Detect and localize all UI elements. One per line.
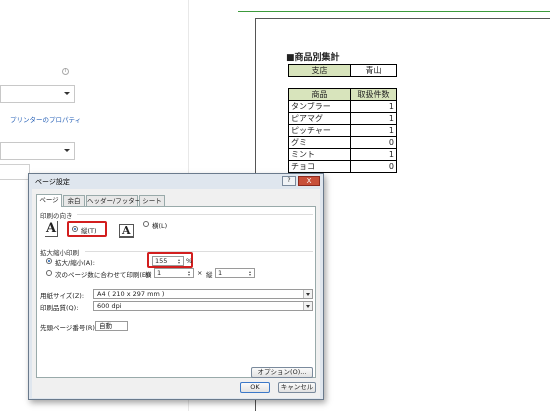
close-button[interactable]: X: [298, 176, 320, 186]
fit-to-pages-label[interactable]: 次のページ数に合わせて印刷(E):: [55, 269, 151, 279]
help-button[interactable]: ?: [282, 176, 296, 186]
page-tab-panel: 印刷の向き A 縦(T) A 横(L) 拡大縮小印刷 拡大/縮小(A): 155…: [36, 206, 316, 378]
goods-name: タンブラー: [288, 100, 351, 113]
page-setup-dialog: ページ設定 ? X ページ 余白 ヘッダー/フッター シート 印刷の向き A 縦…: [28, 173, 324, 400]
table-row: ピッチャー 1: [288, 124, 397, 137]
divider: [85, 251, 313, 252]
print-quality-value: 600 dpi: [97, 302, 122, 310]
paper-size-label: 用紙サイズ(Z):: [40, 292, 85, 300]
pages-wide-value: 1: [157, 269, 162, 277]
printer-dropdown[interactable]: [0, 85, 75, 103]
portrait-label[interactable]: 縦(T): [81, 225, 97, 235]
accent-line: [238, 11, 550, 12]
landscape-radio[interactable]: [143, 221, 149, 227]
portrait-icon: A: [45, 221, 59, 237]
store-table: 支店 青山: [288, 64, 397, 77]
goods-header-count: 取扱件数: [350, 88, 397, 101]
goods-header-name: 商品: [288, 88, 351, 101]
zoom-spinbox[interactable]: 155 ▴ ▾: [152, 256, 184, 266]
goods-name: ミント: [288, 148, 351, 161]
goods-name: グミ: [288, 136, 351, 149]
tab-margins[interactable]: 余白: [63, 195, 85, 206]
paper-size-select[interactable]: A4 ( 210 x 297 mm ): [93, 289, 313, 299]
tab-header-footer[interactable]: ヘッダー/フッター: [86, 195, 141, 206]
goods-name: ピッチャー: [288, 124, 351, 137]
divider: [77, 214, 313, 215]
store-header: 支店: [288, 64, 351, 77]
table-row: ミント 1: [288, 148, 397, 161]
tab-page[interactable]: ページ: [36, 194, 62, 207]
goods-table: 商品 取扱件数 タンブラー 1 ピアマグ 1 ピッチャー 1 グミ 0 ミント …: [288, 88, 397, 173]
zoom-unit: %: [186, 257, 193, 265]
printer-properties-link[interactable]: プリンターのプロパティ: [10, 114, 81, 124]
goods-count: 1: [350, 100, 397, 113]
landscape-label[interactable]: 横(L): [152, 220, 167, 230]
landscape-icon: A: [119, 224, 134, 238]
chevron-down-icon: [64, 92, 70, 95]
dialog-title: ページ設定: [35, 178, 70, 186]
goods-name: ピアマグ: [288, 112, 351, 125]
ok-button[interactable]: OK: [240, 382, 270, 393]
print-quality-select[interactable]: 600 dpi: [93, 301, 313, 311]
zoom-radio[interactable]: [46, 258, 52, 264]
options-button[interactable]: オプション(O)...: [251, 367, 313, 378]
table-row: チョコ 0: [288, 160, 397, 173]
goods-count: 0: [350, 136, 397, 149]
orientation-group-label: 印刷の向き: [40, 212, 73, 220]
pages-tall-spinbox[interactable]: 1 ▴ ▾: [215, 268, 255, 278]
chevron-down-icon[interactable]: [303, 302, 312, 310]
scaling-group-label: 拡大縮小印刷: [40, 249, 79, 257]
dialog-body: ページ 余白 ヘッダー/フッター シート 印刷の向き A 縦(T) A 横(L)…: [32, 189, 320, 398]
store-value: 青山: [350, 64, 397, 77]
goods-count: 0: [350, 160, 397, 173]
print-quality-label: 印刷品質(Q):: [40, 304, 79, 312]
first-page-number-field[interactable]: 自動: [95, 321, 128, 331]
goods-count: 1: [350, 112, 397, 125]
spin-arrows-icon[interactable]: ▴ ▾: [186, 270, 192, 277]
table-row: タンブラー 1: [288, 100, 397, 113]
info-icon[interactable]: i: [62, 68, 69, 75]
spin-arrows-icon[interactable]: ▴ ▾: [176, 258, 182, 265]
pages-spin-box[interactable]: [0, 164, 30, 180]
pages-tall-value: 1: [218, 269, 223, 277]
pages-tall-label: 縦: [206, 271, 213, 279]
tab-sheet[interactable]: シート: [139, 195, 165, 206]
goods-count: 1: [350, 148, 397, 161]
table-row: グミ 0: [288, 136, 397, 149]
cancel-button[interactable]: キャンセル: [278, 382, 316, 393]
chevron-down-icon[interactable]: [303, 290, 312, 298]
chevron-down-icon: [64, 149, 70, 152]
report-title: ■商品別集計: [286, 53, 340, 63]
fit-to-pages-radio[interactable]: [46, 270, 52, 276]
zoom-label[interactable]: 拡大/縮小(A):: [55, 257, 95, 267]
paper-size-value: A4 ( 210 x 297 mm ): [97, 290, 165, 298]
goods-count: 1: [350, 124, 397, 137]
portrait-radio[interactable]: [72, 226, 78, 232]
times-sign: ×: [197, 269, 203, 277]
spin-arrows-icon[interactable]: ▴ ▾: [247, 270, 253, 277]
first-page-number-label: 先頭ページ番号(R):: [40, 324, 98, 332]
table-row: ピアマグ 1: [288, 112, 397, 125]
pages-wide-label: 横: [145, 271, 152, 279]
print-range-dropdown[interactable]: [0, 142, 75, 160]
zoom-value: 155: [155, 257, 168, 265]
goods-name: チョコ: [288, 160, 351, 173]
pages-wide-spinbox[interactable]: 1 ▴ ▾: [154, 268, 194, 278]
